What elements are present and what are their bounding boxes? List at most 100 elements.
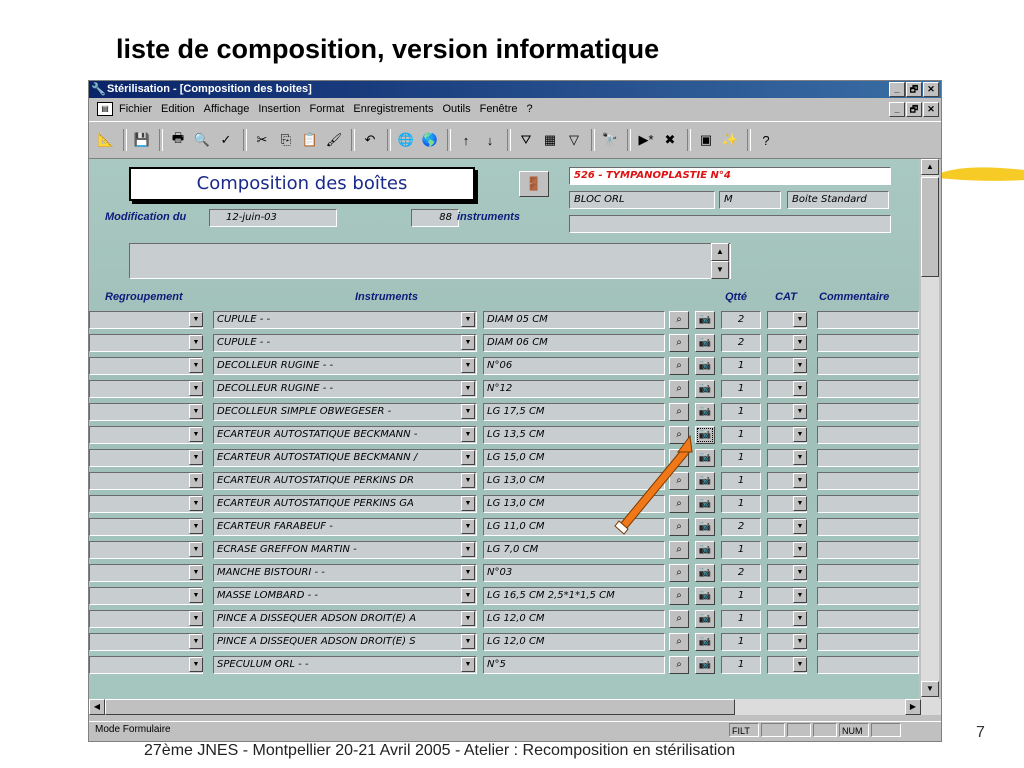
scroll-up-icon[interactable]: ▲ [711,243,729,261]
comment-field[interactable] [817,357,919,375]
camera-button[interactable]: 📷 [695,541,715,559]
scroll-right-icon[interactable]: ▶ [905,699,921,715]
box-type-field[interactable]: Boite Standard [787,191,889,209]
scroll-up-icon[interactable]: ▲ [921,159,939,175]
dropdown-arrow-icon[interactable]: ▼ [461,358,475,373]
regroupement-combo[interactable] [89,357,203,375]
comment-field[interactable] [817,380,919,398]
dropdown-arrow-icon[interactable]: ▼ [793,565,807,580]
dropdown-arrow-icon[interactable]: ▼ [793,427,807,442]
filter-by-selection-icon[interactable]: ⛛ [515,129,537,151]
size-field[interactable]: M [719,191,781,209]
regroupement-combo[interactable] [89,587,203,605]
instrument-combo[interactable]: ECRASE GREFFON MARTIN - [213,541,477,559]
dropdown-arrow-icon[interactable]: ▼ [793,358,807,373]
instrument-combo[interactable]: MASSE LOMBARD - - [213,587,477,605]
regroupement-combo[interactable] [89,610,203,628]
cut-icon[interactable]: ✂ [251,129,273,151]
find-icon[interactable]: 🔭 [599,129,621,151]
camera-button[interactable]: 📷 [695,587,715,605]
dropdown-arrow-icon[interactable]: ▼ [461,335,475,350]
comment-field[interactable] [817,587,919,605]
dropdown-arrow-icon[interactable]: ▼ [189,519,203,534]
comment-field[interactable] [817,311,919,329]
notes-field[interactable] [129,243,731,279]
dropdown-arrow-icon[interactable]: ▼ [461,381,475,396]
camera-button[interactable]: 📷 [695,426,715,444]
search-button[interactable]: ⌕ [669,633,689,651]
exit-door-button[interactable]: 🚪 [519,171,549,197]
instrument-description[interactable]: DIAM 06 CM [483,334,665,352]
camera-button[interactable]: 📷 [695,403,715,421]
regroupement-combo[interactable] [89,495,203,513]
dropdown-arrow-icon[interactable]: ▼ [793,519,807,534]
undo-icon[interactable]: ↶ [359,129,381,151]
dropdown-arrow-icon[interactable]: ▼ [189,565,203,580]
instrument-combo[interactable]: CUPULE - - [213,334,477,352]
comment-field[interactable] [817,426,919,444]
mdi-minimize-button[interactable]: _ [889,102,905,117]
instrument-description[interactable]: N°03 [483,564,665,582]
search-button[interactable]: ⌕ [669,472,689,490]
new-object-icon[interactable]: ✨ [719,129,741,151]
scroll-thumb-horizontal[interactable] [105,699,735,715]
menu-fichier[interactable]: Fichier [119,103,152,115]
dropdown-arrow-icon[interactable]: ▼ [189,312,203,327]
search-button[interactable]: ⌕ [669,334,689,352]
instrument-combo[interactable]: MANCHE BISTOURI - - [213,564,477,582]
sort-ascending-icon[interactable]: ↑ [455,129,477,151]
dropdown-arrow-icon[interactable]: ▼ [461,473,475,488]
spellcheck-icon[interactable]: ✓ [215,129,237,151]
dropdown-arrow-icon[interactable]: ▼ [461,496,475,511]
comment-field[interactable] [817,518,919,536]
box-name-field[interactable]: 526 - TYMPANOPLASTIE N°4 [569,167,891,185]
search-button[interactable]: ⌕ [669,311,689,329]
instrument-description[interactable]: LG 15,0 CM [483,449,665,467]
comment-field[interactable] [817,472,919,490]
camera-button[interactable]: 📷 [695,633,715,651]
scroll-left-icon[interactable]: ◀ [89,699,105,715]
regroupement-combo[interactable] [89,449,203,467]
insert-hyperlink-icon[interactable]: 🌐 [395,129,417,151]
camera-button[interactable]: 📷 [695,656,715,674]
instrument-description[interactable]: LG 7,0 CM [483,541,665,559]
apply-filter-icon[interactable]: ▽ [563,129,585,151]
dropdown-arrow-icon[interactable]: ▼ [793,588,807,603]
instrument-description[interactable]: LG 13,0 CM [483,472,665,490]
comment-field[interactable] [817,334,919,352]
camera-button[interactable]: 📷 [695,564,715,582]
search-button[interactable]: ⌕ [669,426,689,444]
save-icon[interactable]: 💾 [131,129,153,151]
instrument-combo[interactable]: DECOLLEUR SIMPLE OBWEGESER - [213,403,477,421]
dropdown-arrow-icon[interactable]: ▼ [793,381,807,396]
help-icon[interactable]: ? [755,129,777,151]
dropdown-arrow-icon[interactable]: ▼ [461,450,475,465]
regroupement-combo[interactable] [89,403,203,421]
instrument-combo[interactable]: ECARTEUR AUTOSTATIQUE PERKINS GA [213,495,477,513]
dropdown-arrow-icon[interactable]: ▼ [189,381,203,396]
menu-fenetre[interactable]: Fenêtre [480,103,518,115]
instrument-count-field[interactable]: 88 [411,209,459,227]
dropdown-arrow-icon[interactable]: ▼ [793,657,807,672]
sort-descending-icon[interactable]: ↓ [479,129,501,151]
quantity-field[interactable]: 1 [721,495,761,513]
form-horizontal-scrollbar[interactable]: ◀ ▶ [89,699,941,715]
document-icon[interactable]: ▤ [97,102,113,116]
menu-insertion[interactable]: Insertion [258,103,300,115]
search-button[interactable]: ⌕ [669,541,689,559]
search-button[interactable]: ⌕ [669,380,689,398]
camera-button[interactable]: 📷 [695,449,715,467]
dropdown-arrow-icon[interactable]: ▼ [461,611,475,626]
comment-field[interactable] [817,610,919,628]
camera-button[interactable]: 📷 [695,495,715,513]
dropdown-arrow-icon[interactable]: ▼ [793,611,807,626]
quantity-field[interactable]: 1 [721,587,761,605]
dropdown-arrow-icon[interactable]: ▼ [189,542,203,557]
regroupement-combo[interactable] [89,633,203,651]
dropdown-arrow-icon[interactable]: ▼ [793,496,807,511]
menu-edition[interactable]: Edition [161,103,195,115]
menu-outils[interactable]: Outils [442,103,470,115]
scroll-down-icon[interactable]: ▼ [921,681,939,697]
delete-record-icon[interactable]: ✖ [659,129,681,151]
instrument-combo[interactable]: ECARTEUR AUTOSTATIQUE PERKINS DR [213,472,477,490]
